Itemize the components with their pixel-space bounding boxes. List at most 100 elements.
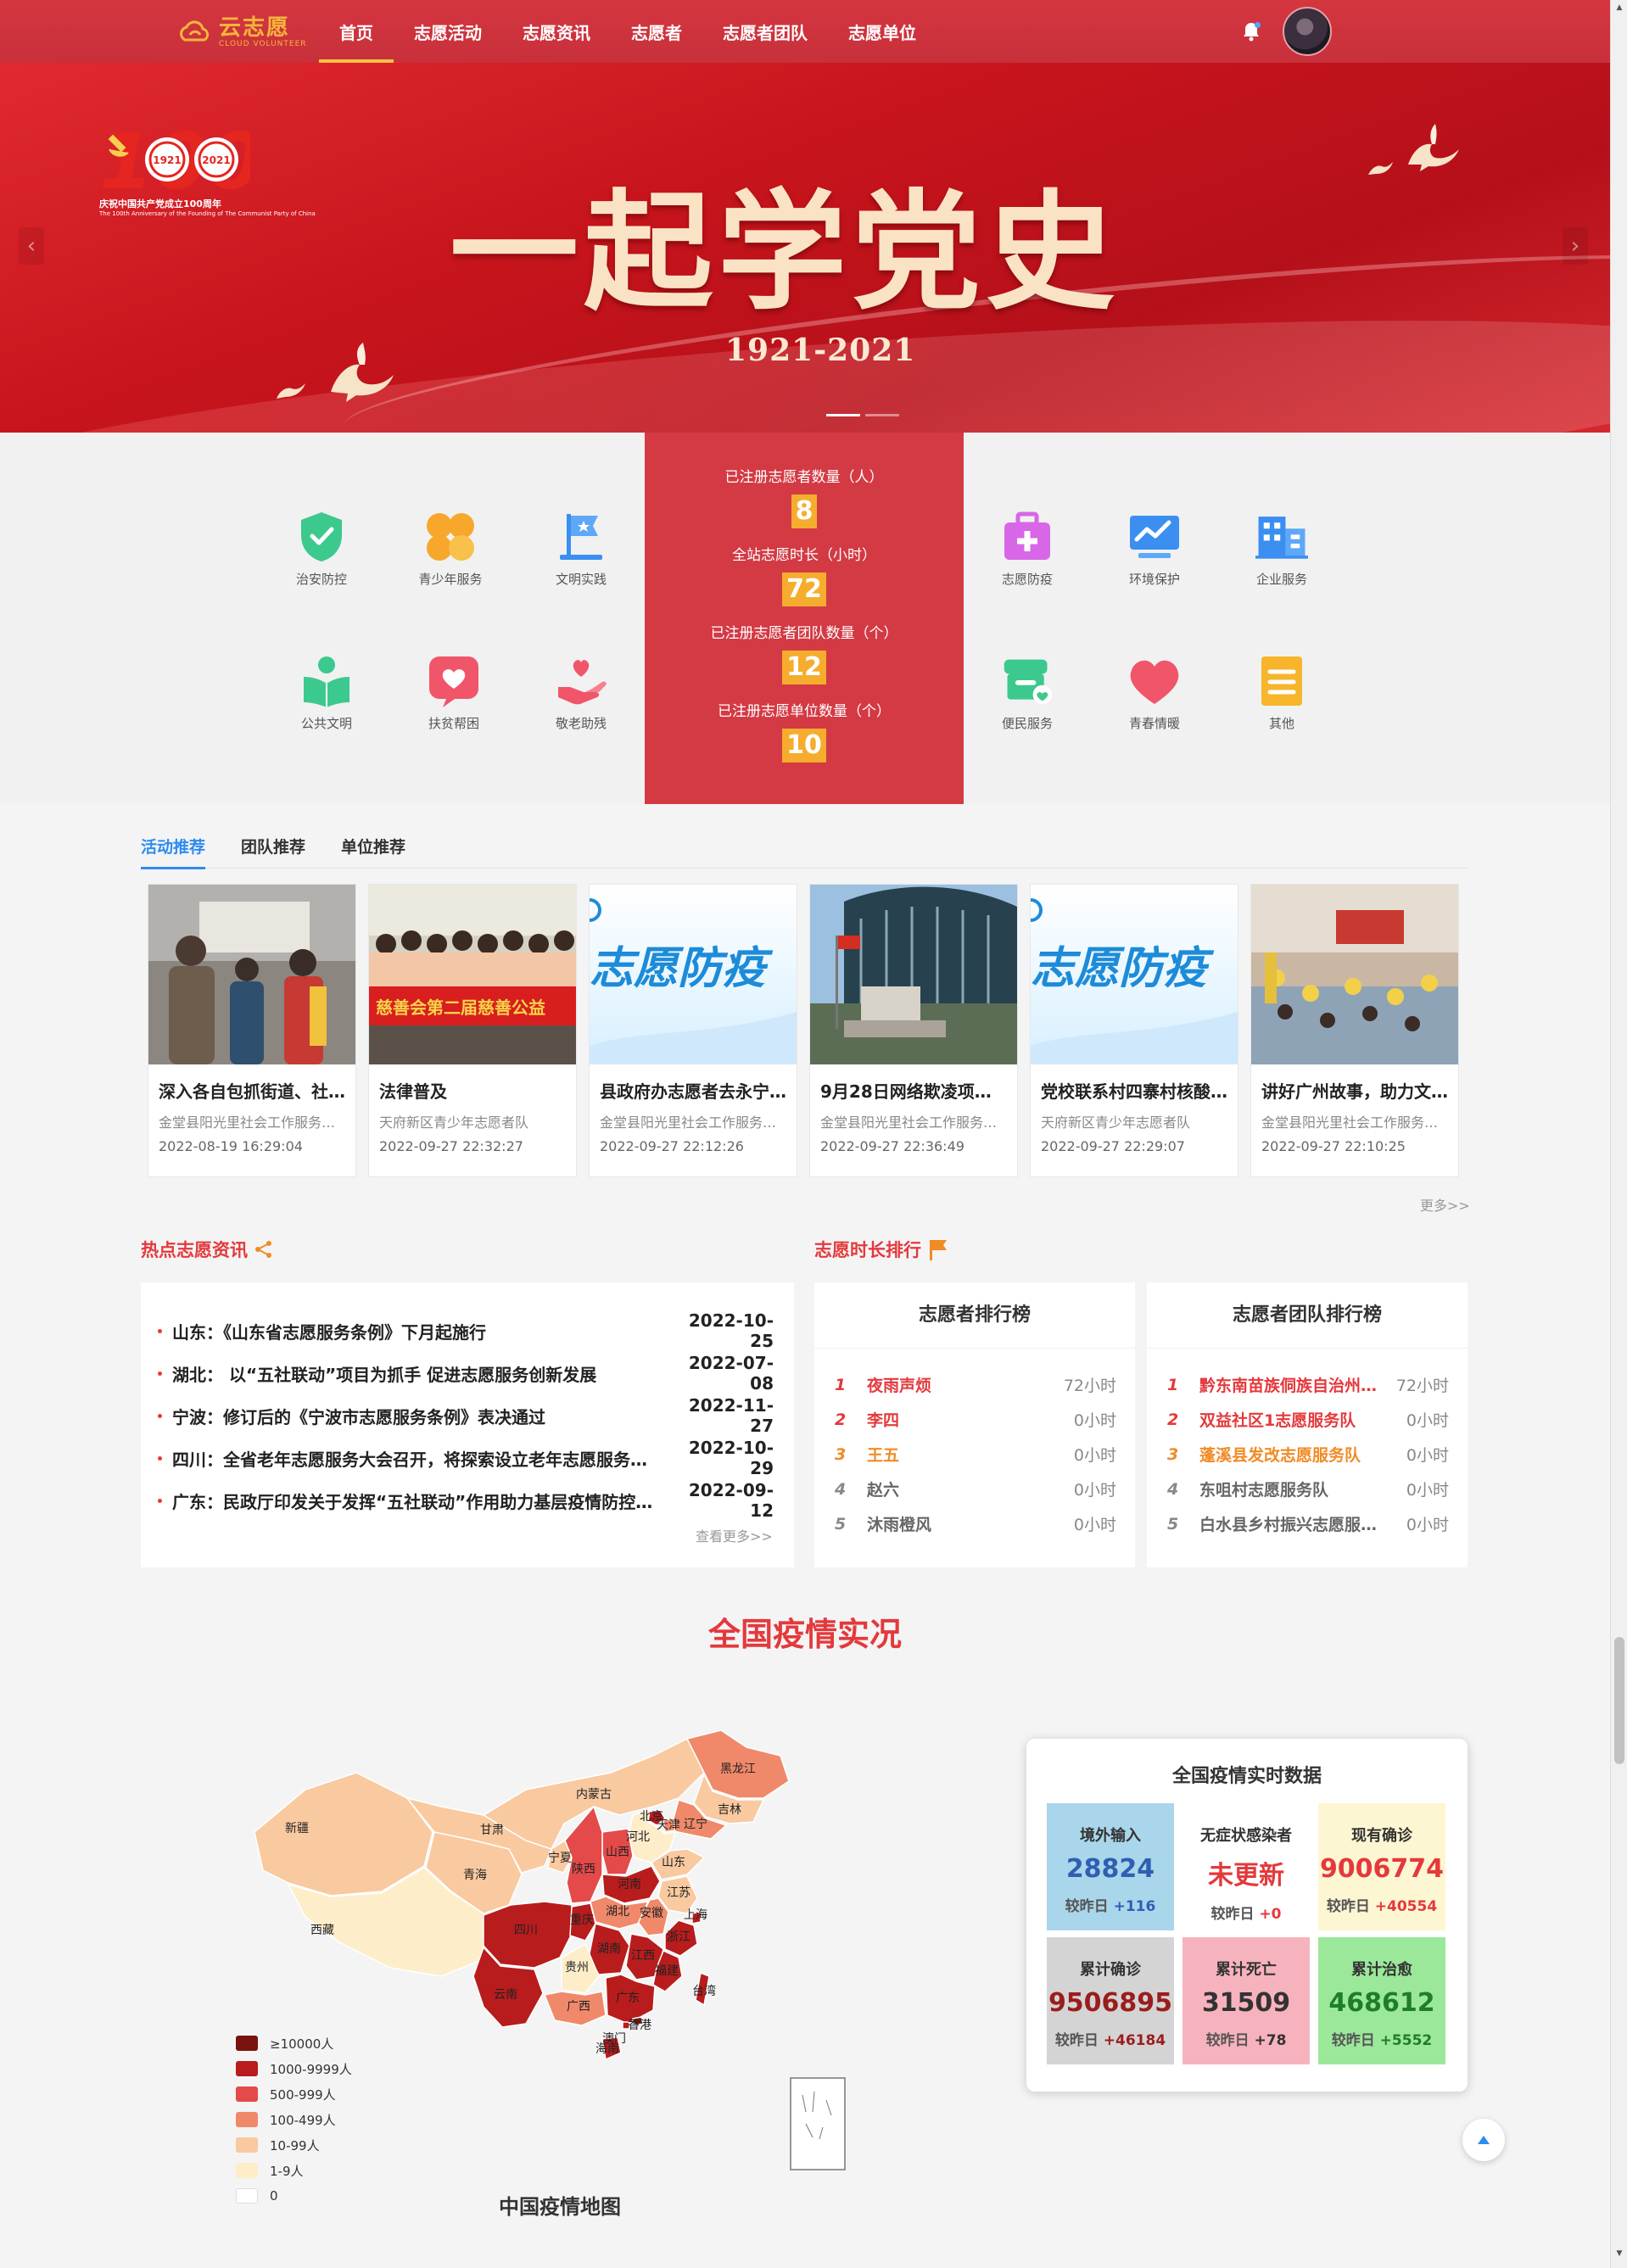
stat-label: 已注册志愿者数量（人） xyxy=(724,469,884,486)
service-label: 志愿防疫 xyxy=(1001,572,1053,587)
news-item-date: 2022-10-25 xyxy=(688,1310,774,1351)
legend-item[interactable]: 500-999人 xyxy=(236,2081,352,2107)
nav-units[interactable]: 志愿单位 xyxy=(828,0,937,63)
notification-bell-icon[interactable] xyxy=(1240,20,1262,42)
news-more-link[interactable]: 查看更多>> xyxy=(696,1525,773,1545)
stat-value: 12 xyxy=(782,651,826,684)
stat-value: 72 xyxy=(782,573,826,606)
activity-card[interactable]: 讲好广州故事，助力文明城市 金堂县阳光里社会工作服务中心 2022-09-27 … xyxy=(1250,884,1459,1177)
news-item[interactable]: 宁波：修订后的《宁波市志愿服务条例》表决通过 2022-11-27 xyxy=(158,1394,774,1437)
news-title: 热点志愿资讯 xyxy=(141,1240,248,1260)
stat-delta: 较昨日 +5552 xyxy=(1318,2028,1445,2049)
province-label: 江西 xyxy=(631,1949,655,1963)
activity-time: 2022-08-19 16:29:04 xyxy=(159,1138,303,1154)
activities-more-link[interactable]: 更多>> xyxy=(1420,1194,1470,1215)
hero-banner[interactable]: 100 1921 2021 庆祝中国共产党成立100周年 The 100th A… xyxy=(0,63,1610,433)
ranking-row[interactable]: 4 赵六 0小时 xyxy=(835,1472,1116,1506)
stat-label: 累计确诊 xyxy=(1080,1961,1141,1979)
service-public-civility[interactable]: 公共文明 xyxy=(280,655,373,732)
ranking-row[interactable]: 2 李四 0小时 xyxy=(835,1402,1116,1437)
banner-prev-button[interactable]: ‹ xyxy=(19,227,44,265)
service-epidemic-volunteer[interactable]: 志愿防疫 xyxy=(981,511,1074,588)
service-convenience[interactable]: 便民服务 xyxy=(981,655,1074,732)
ranking-row[interactable]: 5 白水县乡村振兴志愿服务队 0小时 xyxy=(1167,1506,1449,1541)
service-youth[interactable]: 青少年服务 xyxy=(404,511,497,588)
nav-teams[interactable]: 志愿者团队 xyxy=(702,0,828,63)
activity-card[interactable]: 慈善会第二届慈善公益 法律普及 天府新区青少年志愿者队 2022-09-27 2… xyxy=(368,884,577,1177)
tab-team-recommend[interactable]: 团队推荐 xyxy=(241,835,305,869)
flag-icon xyxy=(930,1240,947,1260)
scroll-down-arrow-icon[interactable]: ▼ xyxy=(1615,2249,1624,2258)
legend-swatch xyxy=(236,2163,258,2178)
nav-activities[interactable]: 志愿活动 xyxy=(394,0,502,63)
ranking-row[interactable]: 1 黔东南苗族侗族自治州志愿者协会 72小时 xyxy=(1167,1367,1449,1402)
nav-volunteers[interactable]: 志愿者 xyxy=(611,0,702,63)
ranking-row[interactable]: 5 沐雨橙风 0小时 xyxy=(835,1506,1116,1541)
legend-swatch xyxy=(236,2061,258,2076)
banner-next-button[interactable]: › xyxy=(1563,227,1588,265)
ranking-board-header: 志愿者团队排行榜 xyxy=(1147,1282,1468,1349)
province-label: 湖南 xyxy=(597,1942,621,1956)
activity-image xyxy=(810,885,1017,1064)
stat-label: 无症状感染者 xyxy=(1200,1827,1292,1845)
rank-hours: 0小时 xyxy=(1073,1411,1116,1430)
service-environment[interactable]: 环境保护 xyxy=(1108,511,1201,588)
activity-card[interactable]: 志愿防疫 县政府办志愿者去永宁社区 金堂县阳光里社会工作服务中心 2022-09… xyxy=(589,884,797,1177)
news-item-title: 湖北： 以“五社联动”项目为抓手 促进志愿服务创新发展 xyxy=(172,1364,597,1385)
delta-value: +78 xyxy=(1254,2032,1287,2049)
activity-card[interactable]: 志愿防疫 党校联系村四寨村核酸检测 天府新区青少年志愿者队 2022-09-27… xyxy=(1030,884,1238,1177)
ranking-row[interactable]: 4 东咀村志愿服务队 0小时 xyxy=(1167,1472,1449,1506)
ranking-row[interactable]: 3 王五 0小时 xyxy=(835,1437,1116,1472)
activity-card[interactable]: 9月28日网络欺凌项目宣讲 金堂县阳光里社会工作服务中心 2022-09-27 … xyxy=(809,884,1018,1177)
rank-number: 5 xyxy=(835,1514,847,1533)
legend-item[interactable]: 1000-9999人 xyxy=(236,2056,352,2081)
rank-number: 1 xyxy=(1167,1375,1179,1394)
banner-indicator[interactable] xyxy=(826,414,860,416)
service-elderly-disabled[interactable]: 敬老助残 xyxy=(534,655,628,732)
nav-home[interactable]: 首页 xyxy=(319,0,394,63)
banner-indicator[interactable] xyxy=(865,414,899,416)
province-label: 香港 xyxy=(628,2019,651,2032)
rank-number: 3 xyxy=(1167,1444,1179,1464)
site-logo[interactable]: 云志愿 CLOUD VOLUNTEER xyxy=(176,14,307,51)
rank-number: 4 xyxy=(835,1479,847,1499)
tab-unit-recommend[interactable]: 单位推荐 xyxy=(341,835,405,869)
tab-activity-recommend[interactable]: 活动推荐 xyxy=(141,835,206,869)
legend-item[interactable]: 10-99人 xyxy=(236,2132,352,2158)
activity-card[interactable]: 深入各自包抓街道、社区开展志愿服务 金堂县阳光里社会工作服务中心 2022-08… xyxy=(148,884,356,1177)
service-civilization-practice[interactable]: 文明实践 xyxy=(534,511,628,588)
ranking-row[interactable]: 1 夜雨声烦 72小时 xyxy=(835,1367,1116,1402)
service-label: 环境保护 xyxy=(1128,572,1180,587)
epidemic-stat-box: 无症状感染者 未更新 较昨日 +0 xyxy=(1183,1803,1310,1930)
service-poverty-relief[interactable]: 扶贫帮困 xyxy=(407,655,500,732)
province-shape[interactable] xyxy=(254,1772,433,1897)
service-enterprise[interactable]: 企业服务 xyxy=(1235,511,1328,588)
legend-label: 0 xyxy=(270,2188,278,2204)
service-youth-warmth[interactable]: 青春情暖 xyxy=(1108,655,1201,732)
service-public-security[interactable]: 治安防控 xyxy=(275,511,368,588)
service-other[interactable]: 其他 xyxy=(1235,655,1328,732)
ranking-row[interactable]: 3 蓬溪县发改志愿服务队 0小时 xyxy=(1167,1437,1449,1472)
scrollbar-thumb[interactable] xyxy=(1614,1637,1624,1764)
legend-item[interactable]: ≥10000人 xyxy=(236,2031,352,2056)
ranking-row[interactable]: 2 双益社区1志愿服务队 0小时 xyxy=(1167,1402,1449,1437)
legend-item[interactable]: 1-9人 xyxy=(236,2158,352,2183)
stat-total-hours: 全站志愿时长（小时） 72 xyxy=(645,543,964,606)
user-avatar[interactable] xyxy=(1283,7,1332,56)
team-ranking-board: 志愿者团队排行榜 1 黔东南苗族侗族自治州志愿者协会 72小时 2 双益社区1志愿服务… xyxy=(1147,1282,1468,1567)
scroll-up-arrow-icon[interactable]: ▲ xyxy=(1615,3,1624,12)
nav-news[interactable]: 志愿资讯 xyxy=(502,0,611,63)
stat-delta: 较昨日 +116 xyxy=(1047,1894,1174,1915)
rank-hours: 0小时 xyxy=(1406,1446,1449,1465)
news-item[interactable]: 广东：民政厅印发关于发挥“五社联动”作用助力基层疫情防控的通知 2022-09-1… xyxy=(158,1479,774,1522)
back-to-top-button[interactable] xyxy=(1462,2119,1505,2161)
stat-value: 31509 xyxy=(1201,1988,1291,2018)
province-label: 内蒙古 xyxy=(576,1788,612,1802)
news-item[interactable]: 山东：《山东省志愿服务条例》下月起施行 2022-10-25 xyxy=(158,1310,774,1352)
page-scrollbar[interactable]: ▲ ▼ xyxy=(1610,0,1627,2268)
news-item[interactable]: 湖北： 以“五社联动”项目为抓手 促进志愿服务创新发展 2022-07-08 xyxy=(158,1352,774,1394)
legend-item[interactable]: 0 xyxy=(236,2183,352,2209)
service-label: 便民服务 xyxy=(1001,716,1053,731)
news-item[interactable]: 四川：全省老年志愿服务大会召开，将探索设立老年志愿服务站点 2022-10-29 xyxy=(158,1437,774,1479)
legend-item[interactable]: 100-499人 xyxy=(236,2107,352,2132)
